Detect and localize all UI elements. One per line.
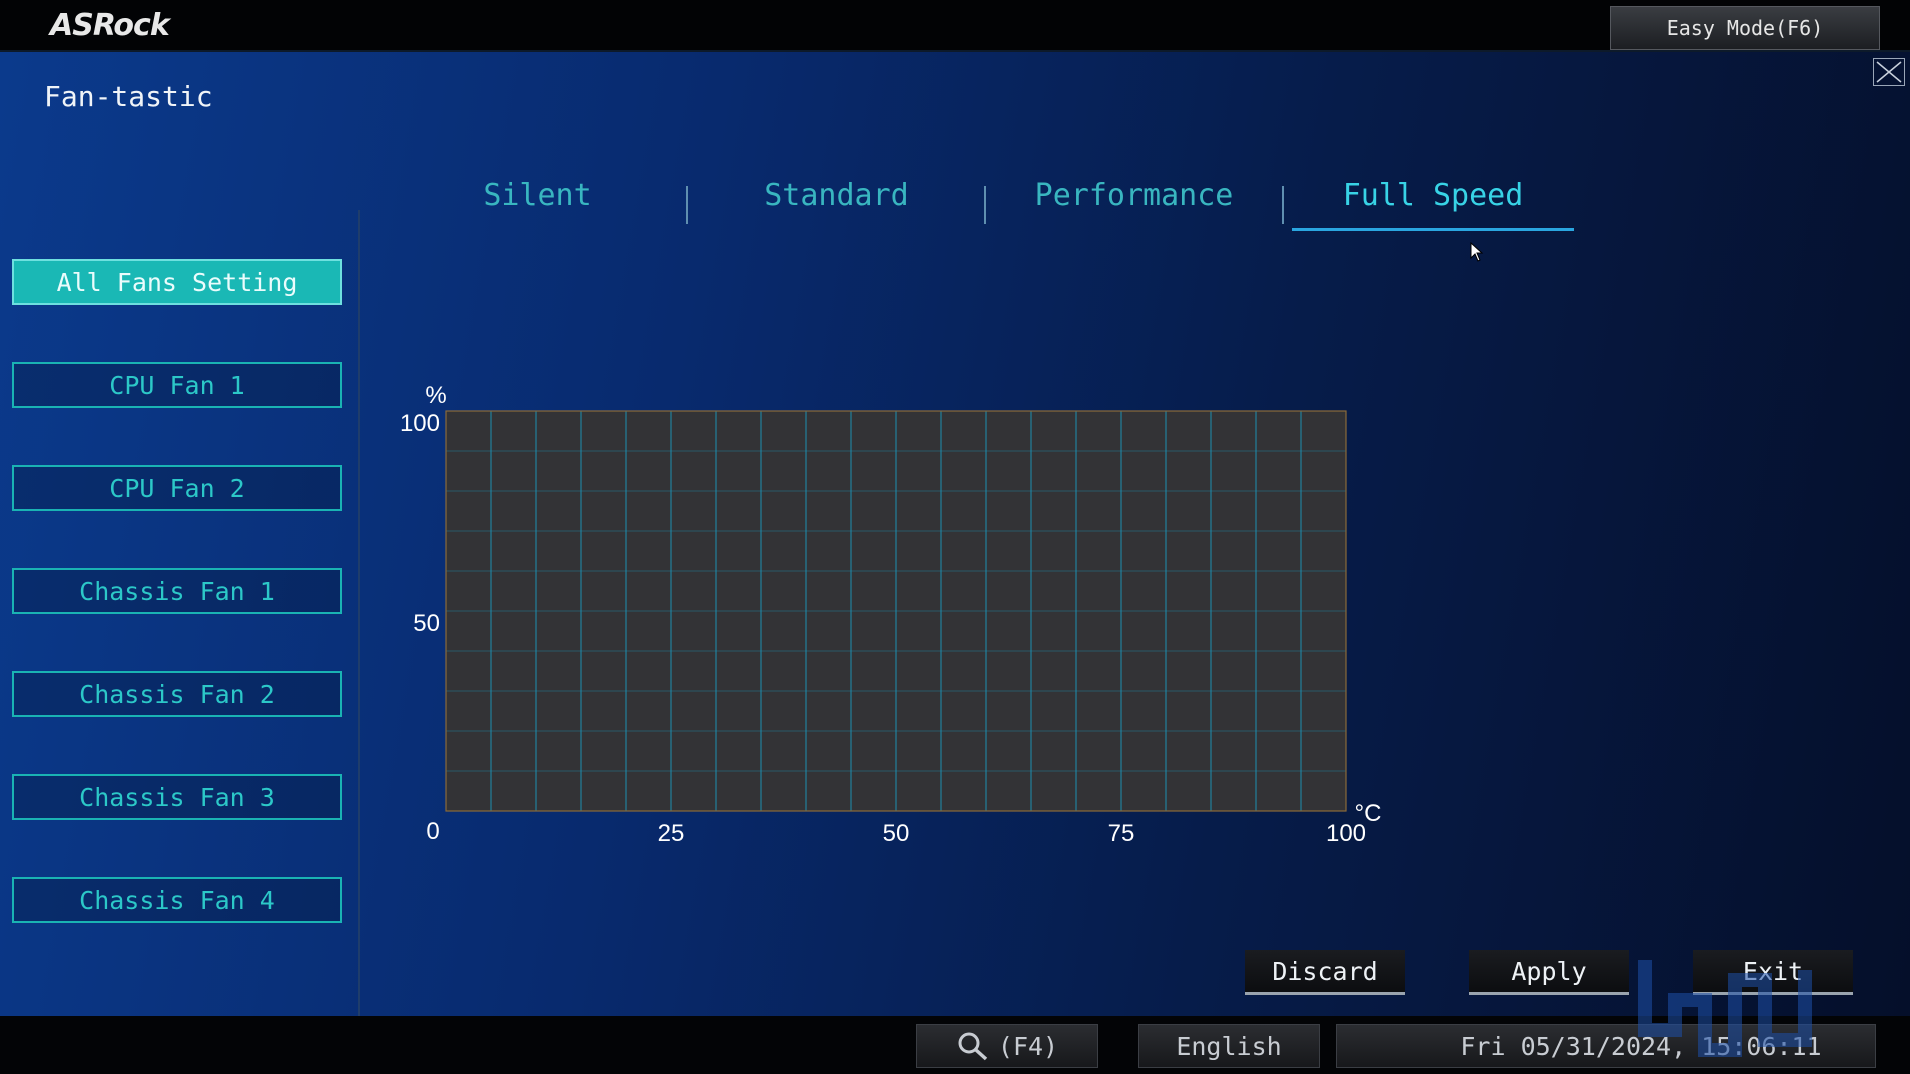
y-tick-label: 50 bbox=[413, 610, 440, 637]
tab-separator bbox=[984, 186, 986, 224]
search-shortcut-label: (F4) bbox=[997, 1031, 1059, 1061]
main-panel: Fan-tastic All Fans Setting CPU Fan 1 CP… bbox=[0, 52, 1910, 1040]
tab-separator bbox=[686, 186, 688, 224]
asrock-logo: ASRock bbox=[50, 8, 170, 43]
x-tick-label: 75 bbox=[1108, 820, 1135, 847]
easy-mode-button[interactable]: Easy Mode(F6) bbox=[1610, 6, 1880, 50]
apply-button[interactable]: Apply bbox=[1469, 950, 1629, 995]
fan-curve-chart[interactable]: % °C 100 50 0 25 50 75 100 bbox=[380, 312, 1400, 862]
search-button[interactable]: (F4) bbox=[916, 1024, 1098, 1068]
tab-performance[interactable]: Performance bbox=[1030, 178, 1238, 218]
sidebar-item-chassis-fan-1[interactable]: Chassis Fan 1 bbox=[12, 568, 342, 614]
page-title: Fan-tastic bbox=[44, 80, 213, 113]
top-bar: ASRock Easy Mode(F6) bbox=[0, 0, 1910, 52]
sidebar-item-cpu-fan-1[interactable]: CPU Fan 1 bbox=[12, 362, 342, 408]
watermark-logo bbox=[1638, 960, 1812, 1057]
discard-button[interactable]: Discard bbox=[1245, 950, 1405, 995]
sidebar-item-cpu-fan-2[interactable]: CPU Fan 2 bbox=[12, 465, 342, 511]
sidebar-item-chassis-fan-4[interactable]: Chassis Fan 4 bbox=[12, 877, 342, 923]
x-tick-label: 50 bbox=[883, 820, 910, 847]
tab-full-speed[interactable]: Full Speed bbox=[1292, 178, 1574, 218]
active-tab-underline bbox=[1292, 228, 1574, 231]
search-icon bbox=[958, 1032, 988, 1061]
sidebar-item-chassis-fan-3[interactable]: Chassis Fan 3 bbox=[12, 774, 342, 820]
y-tick-label: 0 bbox=[426, 818, 439, 845]
tab-silent[interactable]: Silent bbox=[440, 178, 635, 218]
x-tick-label: 100 bbox=[1326, 820, 1366, 847]
y-axis-unit-label: % bbox=[425, 382, 446, 409]
x-tick-label: 25 bbox=[658, 820, 685, 847]
tab-standard[interactable]: Standard bbox=[735, 178, 938, 218]
y-tick-label: 100 bbox=[400, 410, 440, 437]
mouse-cursor-icon bbox=[1470, 242, 1484, 262]
tab-separator bbox=[1282, 186, 1284, 224]
close-button[interactable] bbox=[1873, 58, 1905, 86]
sidebar-item-all-fans-setting[interactable]: All Fans Setting bbox=[12, 259, 342, 305]
sidebar-divider bbox=[358, 210, 360, 1040]
close-icon bbox=[1876, 61, 1902, 83]
sidebar-item-chassis-fan-2[interactable]: Chassis Fan 2 bbox=[12, 671, 342, 717]
chart-grid bbox=[446, 411, 1346, 811]
language-selector[interactable]: English bbox=[1138, 1024, 1320, 1068]
